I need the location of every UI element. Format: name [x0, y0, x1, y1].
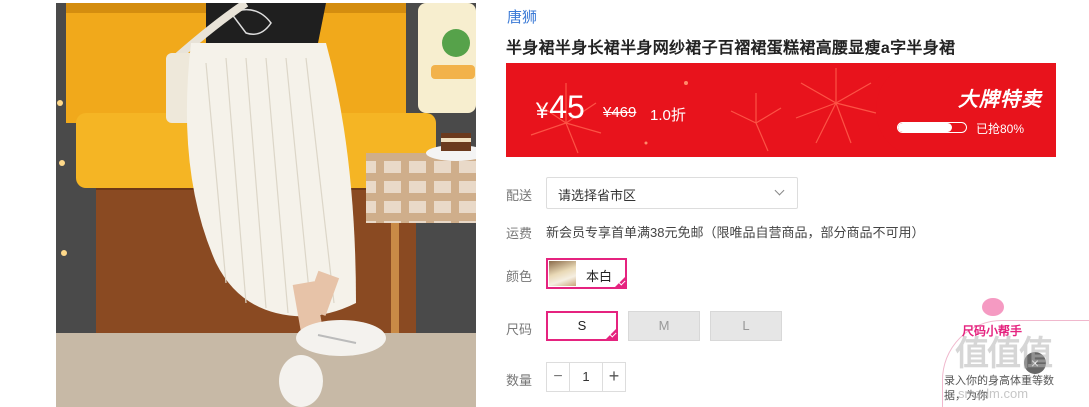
mascot-icon: [982, 298, 1004, 316]
selected-check-icon: [613, 275, 627, 289]
sold-percentage: 已抢80%: [976, 122, 1025, 136]
color-thumbnail: [549, 261, 576, 286]
discount-label: 1.0折: [650, 107, 686, 124]
decrease-quantity-button[interactable]: −: [547, 363, 569, 391]
brand-link[interactable]: 唐狮: [507, 6, 537, 27]
chevron-down-icon: [774, 185, 785, 196]
selected-check-icon: [604, 327, 618, 341]
watermark-domain: smzdm.com: [958, 386, 1029, 401]
currency-symbol: ¥: [536, 98, 549, 123]
size-option-label: L: [742, 318, 750, 333]
sold-progress-bar: [897, 122, 967, 133]
increase-quantity-button[interactable]: +: [603, 363, 625, 391]
color-option-benbai[interactable]: 本白: [546, 258, 627, 289]
shipping-info: 新会员专享首单满38元免邮（限唯品自营商品，部分商品不可用）: [546, 225, 925, 240]
sold-progress-fill: [898, 123, 953, 132]
watermark-logo: 值值值: [955, 335, 1053, 373]
region-select-value: 请选择省市区: [558, 188, 637, 203]
shipping-label: 运费: [506, 226, 533, 241]
color-label: 颜色: [506, 269, 533, 284]
size-option-l[interactable]: L: [710, 311, 782, 341]
sale-price-value: 45: [549, 89, 585, 125]
size-label: 尺码: [506, 322, 533, 337]
product-title: 半身裙半身长裙半身网纱裙子百褶裙蛋糕裙高腰显瘦a字半身裙: [506, 40, 956, 57]
quantity-label: 数量: [506, 373, 533, 388]
color-option-label: 本白: [586, 269, 613, 284]
size-option-m[interactable]: M: [628, 311, 700, 341]
product-image: [56, 3, 476, 407]
sale-price: ¥45: [536, 89, 585, 126]
size-option-s[interactable]: S: [546, 311, 618, 341]
size-option-label: M: [658, 318, 670, 333]
original-price: ¥469: [603, 104, 637, 121]
promo-tag-text: 大牌特卖: [958, 89, 1042, 111]
quantity-stepper: − 1 +: [546, 362, 626, 392]
delivery-label: 配送: [506, 188, 533, 203]
quantity-input[interactable]: 1: [569, 363, 603, 391]
promo-banner: ¥45 ¥469 1.0折 大牌特卖 已抢80%: [506, 63, 1056, 157]
region-select[interactable]: 请选择省市区: [546, 177, 798, 209]
size-option-label: S: [577, 318, 587, 333]
